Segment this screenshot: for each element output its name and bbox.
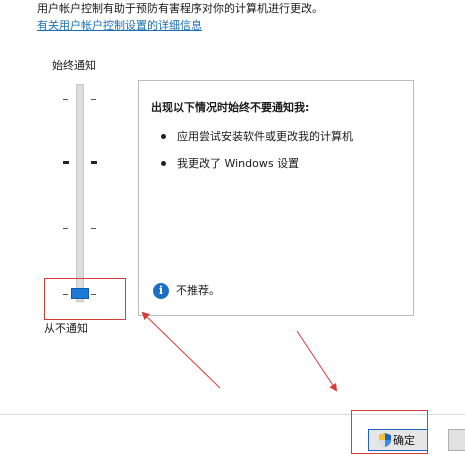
recommendation-text: 不推荐。 (176, 284, 220, 297)
slider-track[interactable] (76, 84, 84, 302)
bullet-text: 我更改了 Windows 设置 (177, 157, 300, 170)
uac-settings-window: 用户帐户控制有助于预防有害程序对你的计算机进行更改。 有关用户帐户控制设置的详细… (0, 0, 465, 455)
description-title: 出现以下情况时始终不要通知我: (151, 101, 310, 114)
recommendation-note: i 不推荐。 (153, 283, 220, 299)
description-bullet: 应用尝试安装软件或更改我的计算机 (161, 130, 353, 144)
annotation-arrow-to-ok (296, 330, 338, 392)
uac-help-link[interactable]: 有关用户帐户控制设置的详细信息 (37, 19, 202, 33)
level-description-panel: 出现以下情况时始终不要通知我: 应用尝试安装软件或更改我的计算机 我更改了 Wi… (138, 80, 414, 316)
bullet-dot-icon (161, 133, 166, 139)
cancel-button[interactable]: 取消 (448, 429, 465, 451)
slider-tick-right (91, 99, 96, 100)
bullet-text: 应用尝试安装软件或更改我的计算机 (177, 130, 353, 143)
slider-tick-left (63, 228, 68, 229)
annotation-arrow-to-slider (141, 311, 221, 389)
annotation-box-ok (351, 410, 428, 454)
intro-text: 用户帐户控制有助于预防有害程序对你的计算机进行更改。 (37, 2, 323, 15)
slider-tick-right (91, 161, 97, 164)
info-icon: i (153, 283, 169, 299)
slider-bottom-label: 从不通知 (44, 322, 88, 335)
slider-tick-right (91, 228, 96, 229)
slider-tick-left (63, 161, 69, 164)
slider-top-label: 始终通知 (52, 59, 96, 72)
bullet-dot-icon (161, 160, 166, 166)
description-bullet: 我更改了 Windows 设置 (161, 157, 299, 171)
slider-tick-left (63, 99, 68, 100)
annotation-box-slider (44, 278, 126, 320)
